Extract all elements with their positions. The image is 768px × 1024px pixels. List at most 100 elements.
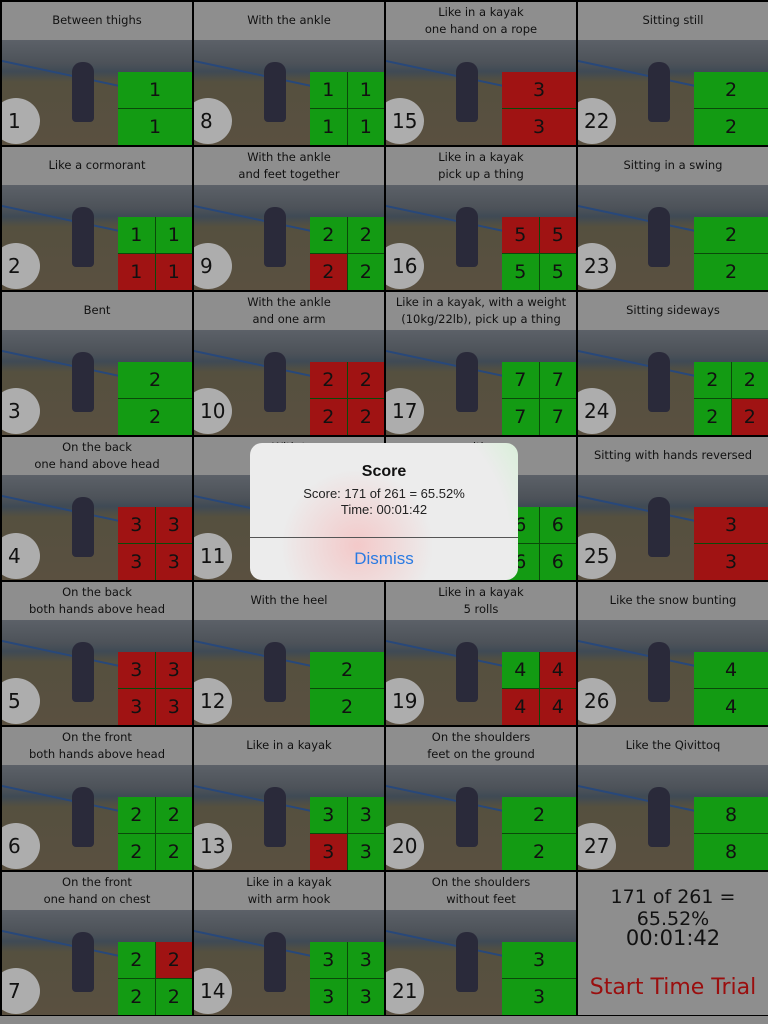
exercise-cell[interactable]: Like in a kayak 5 rolls 4 4 4 4 19 <box>386 582 576 725</box>
score-pass: 2 <box>118 942 155 978</box>
score-fail: 3 <box>118 652 155 688</box>
person-figure <box>264 642 286 702</box>
score-pass: 1 <box>118 217 155 253</box>
score-row: 22 <box>310 217 384 253</box>
title-line: On the back <box>62 584 132 599</box>
exercise-title: Like in a kayak <box>194 727 384 764</box>
dismiss-button[interactable]: Dismiss <box>250 538 518 580</box>
exercise-cell[interactable]: Between thighs 1 1 1 <box>2 2 192 145</box>
score-fail: 3 <box>155 507 192 543</box>
score-row: 33 <box>310 797 384 833</box>
exercise-title: On the front both hands above head <box>2 727 192 764</box>
exercise-title: Like in a kayak pick up a thing <box>386 147 576 184</box>
score-grid: 2222 <box>310 362 384 435</box>
exercise-title: Like a cormorant <box>2 147 192 184</box>
exercise-cell[interactable]: On the front one hand on chest 2 2 2 2 7 <box>2 872 192 1015</box>
exercise-cell[interactable]: Like in a kayak pick up a thing 5 5 5 5 16 <box>386 147 576 290</box>
score-row: 3 <box>502 979 576 1015</box>
exercise-cell[interactable]: Like in a kayak with arm hook 3 3 3 3 14 <box>194 872 384 1015</box>
score-pass: 2 <box>694 217 768 253</box>
score-pass: 1 <box>155 217 192 253</box>
score-pass: 2 <box>694 109 768 145</box>
exercise-cell[interactable]: On the front both hands above head 2 2 2 2 6 <box>2 727 192 870</box>
score-row: 11 <box>310 72 384 108</box>
score-row: 22 <box>694 399 768 435</box>
start-time-trial-button[interactable]: Start Time Trial <box>578 975 768 1000</box>
title-line: Like in a kayak <box>438 4 524 19</box>
score-grid: 88 <box>694 797 768 870</box>
alert-title: Score <box>361 463 407 480</box>
score-grid: 1111 <box>310 72 384 145</box>
title-line: pick up a thing <box>438 166 524 181</box>
score-grid: 2222 <box>118 797 192 870</box>
exercise-cell[interactable]: Sitting sideways 2 2 2 2 24 <box>578 292 768 435</box>
score-grid: 22 <box>310 652 384 725</box>
title-line: With the ankle <box>247 294 331 309</box>
score-pass: 2 <box>694 362 731 398</box>
title-line: Like the snow bunting <box>609 593 737 607</box>
score-pass: 2 <box>694 254 768 290</box>
exercise-cell[interactable]: Bent 2 2 3 <box>2 292 192 435</box>
score-row: 1 <box>118 109 192 145</box>
score-grid: 33 <box>694 507 768 580</box>
score-fail: 3 <box>155 652 192 688</box>
score-fail: 5 <box>539 217 576 253</box>
exercise-cell[interactable]: Sitting in a swing 2 2 23 <box>578 147 768 290</box>
title-line: one hand on a rope <box>424 21 538 36</box>
exercise-cell[interactable]: Like the snow bunting 4 4 26 <box>578 582 768 725</box>
score-row: 2 <box>694 217 768 253</box>
score-pass: 2 <box>155 834 192 870</box>
score-row: 3 <box>502 942 576 978</box>
score-pass: 2 <box>118 797 155 833</box>
exercise-cell[interactable]: With the ankle and feet together 2 2 2 2 9 <box>194 147 384 290</box>
exercise-cell[interactable]: On the shoulders without feet 3 3 21 <box>386 872 576 1015</box>
title-line: and one arm <box>252 311 326 326</box>
title-line: Sitting still <box>642 13 704 27</box>
score-row: 3 <box>694 544 768 580</box>
score-pass: 7 <box>539 362 576 398</box>
exercise-cell[interactable]: With the ankle and one arm 2 2 2 2 10 <box>194 292 384 435</box>
person-figure <box>72 352 94 412</box>
score-pass: 2 <box>155 797 192 833</box>
score-row: 22 <box>694 362 768 398</box>
exercise-title: On the front one hand on chest <box>2 872 192 909</box>
exercise-cell[interactable]: On the back one hand above head 3 3 3 3 4 <box>2 437 192 580</box>
exercise-cell[interactable]: Sitting with hands reversed 3 3 25 <box>578 437 768 580</box>
exercise-title: Like in a kayak with arm hook <box>194 872 384 909</box>
person-figure <box>648 62 670 122</box>
score-pass: 2 <box>155 979 192 1015</box>
exercise-cell[interactable]: Like in a kayak, with a weight (10kg/22lb… <box>386 292 576 435</box>
person-figure <box>456 62 478 122</box>
score-row: 22 <box>118 979 192 1015</box>
exercise-cell[interactable]: Sitting still 2 2 22 <box>578 2 768 145</box>
score-fail: 3 <box>155 544 192 580</box>
score-row: 8 <box>694 797 768 833</box>
score-pass: 8 <box>694 834 768 870</box>
person-figure <box>72 642 94 702</box>
score-grid: 3333 <box>310 797 384 870</box>
exercise-title: On the back both hands above head <box>2 582 192 619</box>
exercise-cell[interactable]: On the shoulders feet on the ground 2 2 20 <box>386 727 576 870</box>
person-figure <box>264 787 286 847</box>
title-line: On the front <box>62 729 132 744</box>
score-pass: 2 <box>347 217 384 253</box>
exercise-cell[interactable]: Like in a kayak one hand on a rope 3 3 15 <box>386 2 576 145</box>
exercise-cell[interactable]: With the ankle 1 1 1 1 8 <box>194 2 384 145</box>
score-row: 2 <box>310 652 384 688</box>
score-pass: 8 <box>694 797 768 833</box>
title-line: Bent <box>83 303 111 317</box>
score-pass: 3 <box>347 834 384 870</box>
score-pass: 2 <box>310 689 384 725</box>
score-row: 55 <box>502 217 576 253</box>
exercise-cell[interactable]: On the back both hands above head 3 3 3 3 5 <box>2 582 192 725</box>
exercise-cell[interactable]: With the heel 2 2 12 <box>194 582 384 725</box>
score-grid: 3333 <box>118 507 192 580</box>
exercise-cell[interactable]: Like a cormorant 1 1 1 1 2 <box>2 147 192 290</box>
exercise-cell[interactable]: Like in a kayak 3 3 3 3 13 <box>194 727 384 870</box>
person-figure <box>264 932 286 992</box>
exercise-title: With the ankle and one arm <box>194 292 384 329</box>
exercise-cell[interactable]: Like the Qivittoq 8 8 27 <box>578 727 768 870</box>
score-fail: 3 <box>694 544 768 580</box>
person-figure <box>648 787 670 847</box>
title-line: one hand above head <box>34 456 160 471</box>
